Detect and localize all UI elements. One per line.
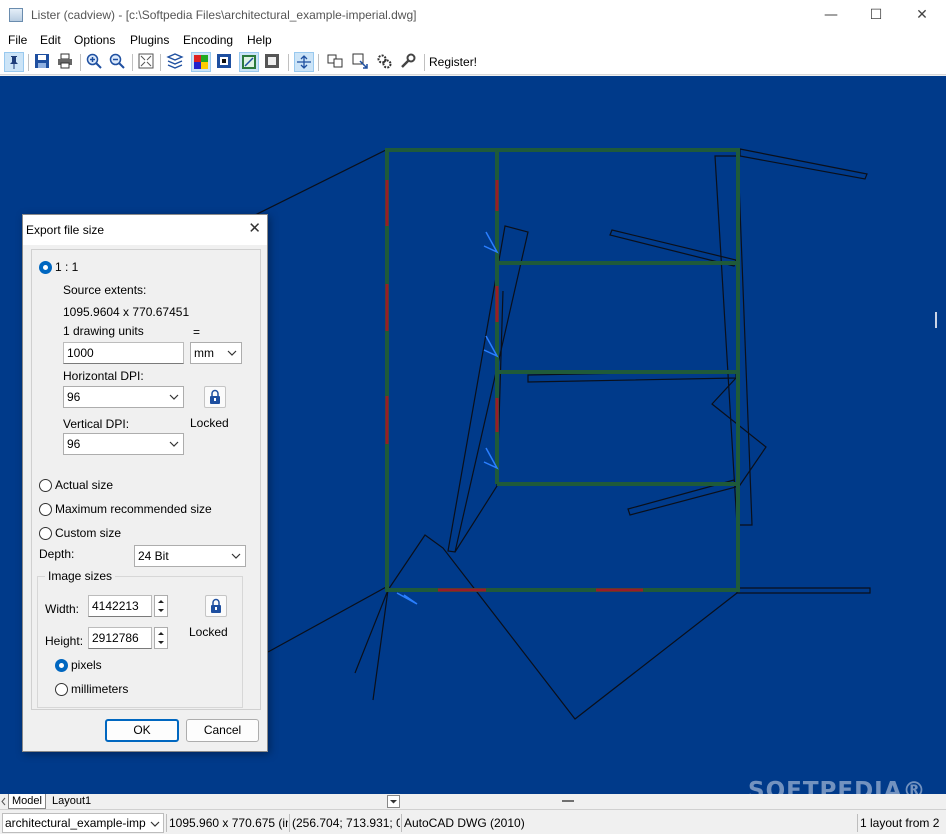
- chevron-down-icon: [227, 350, 237, 356]
- layout-icon[interactable]: [326, 52, 346, 72]
- black-white-icon[interactable]: [215, 52, 235, 72]
- background-icon[interactable]: [239, 52, 259, 72]
- radio-custom-size[interactable]: [39, 527, 52, 540]
- status-coordinates: (256.704; 713.931; 0): [289, 814, 400, 832]
- actual-size-label[interactable]: Actual size: [55, 478, 113, 492]
- zoom-out-icon[interactable]: [108, 52, 128, 72]
- ok-button[interactable]: OK: [105, 719, 179, 742]
- depth-select[interactable]: 24 Bit: [134, 545, 246, 567]
- equals-label: =: [193, 325, 201, 339]
- tab-layout1[interactable]: Layout1: [49, 794, 94, 809]
- drawing-units-label: 1 drawing units: [63, 324, 144, 338]
- status-format: AutoCAD DWG (2010): [401, 814, 857, 832]
- layers-icon[interactable]: [166, 52, 186, 72]
- image-sizes-group: Image sizes Width: 4142213 Height: 29127…: [37, 569, 243, 708]
- tab-scroll-arrow-icon[interactable]: [0, 794, 8, 809]
- vertical-dpi-select[interactable]: 96: [63, 433, 184, 455]
- dialog-close-button[interactable]: ✕: [248, 219, 261, 237]
- max-recommended-label[interactable]: Maximum recommended size: [55, 502, 212, 516]
- vertical-scroll-grip[interactable]: [935, 312, 937, 328]
- horizontal-scrollbar[interactable]: Model Layout1: [0, 794, 946, 809]
- millimeters-label[interactable]: millimeters: [71, 682, 128, 696]
- source-extents-label: Source extents:: [63, 283, 147, 297]
- dpi-lock-button[interactable]: [204, 386, 226, 408]
- option-1to1-label[interactable]: 1 : 1: [55, 260, 78, 274]
- height-spinner[interactable]: [154, 627, 168, 649]
- radio-max-recommended[interactable]: [39, 503, 52, 516]
- width-spinner[interactable]: [154, 595, 168, 617]
- wrench-icon[interactable]: [399, 52, 419, 72]
- chevron-down-icon: [231, 553, 241, 559]
- menu-plugins[interactable]: Plugins: [130, 33, 169, 47]
- minimize-button[interactable]: —: [808, 0, 854, 31]
- chevron-down-icon: [150, 821, 160, 827]
- export-icon[interactable]: [351, 52, 371, 72]
- units-input[interactable]: 1000: [63, 342, 184, 364]
- tab-model[interactable]: Model: [8, 794, 46, 809]
- custom-size-label[interactable]: Custom size: [55, 526, 121, 540]
- menu-encoding[interactable]: Encoding: [183, 33, 233, 47]
- chevron-down-icon: [169, 441, 179, 447]
- menu-options[interactable]: Options: [74, 33, 115, 47]
- tab-dropdown-icon[interactable]: [387, 795, 400, 808]
- register-link[interactable]: Register!: [429, 55, 477, 69]
- horizontal-scroll-grip[interactable]: [562, 800, 574, 802]
- menu-file[interactable]: File: [8, 33, 27, 47]
- status-bar: architectural_example-imp 1095.960 x 770…: [0, 809, 946, 834]
- horizontal-dpi-select[interactable]: 96: [63, 386, 184, 408]
- size-lock-button[interactable]: [205, 595, 227, 617]
- source-extents-value: 1095.9604 x 770.67451: [63, 305, 190, 319]
- app-icon: [9, 8, 23, 22]
- menu-edit[interactable]: Edit: [40, 33, 61, 47]
- vertical-dpi-value: 96: [67, 437, 81, 451]
- print-icon[interactable]: [56, 52, 76, 72]
- layout-select[interactable]: architectural_example-imp: [2, 813, 164, 833]
- save-icon[interactable]: [33, 52, 53, 72]
- cancel-button[interactable]: Cancel: [186, 719, 259, 742]
- image-sizes-legend: Image sizes: [45, 569, 116, 583]
- vertical-dpi-label: Vertical DPI:: [63, 417, 130, 431]
- color-mode-icon[interactable]: [191, 52, 211, 72]
- depth-value: 24 Bit: [138, 549, 169, 563]
- lock-icon: [210, 389, 220, 404]
- pin-icon[interactable]: [4, 52, 24, 72]
- horizontal-dpi-value: 96: [67, 390, 81, 404]
- fit-to-window-icon[interactable]: [137, 52, 157, 72]
- units-select[interactable]: mm: [190, 342, 242, 364]
- size-locked-label: Locked: [189, 625, 228, 639]
- close-button[interactable]: ✕: [899, 0, 945, 31]
- horizontal-dpi-label: Horizontal DPI:: [63, 369, 144, 383]
- layout-select-value: architectural_example-imp: [5, 816, 146, 830]
- radio-actual-size[interactable]: [39, 479, 52, 492]
- height-input[interactable]: 2912786: [88, 627, 152, 649]
- toolbar: Register!: [0, 51, 946, 75]
- depth-label: Depth:: [39, 547, 75, 561]
- width-input[interactable]: 4142213: [88, 595, 152, 617]
- chevron-down-icon: [169, 394, 179, 400]
- units-select-value: mm: [194, 346, 214, 360]
- menu-bar: File Edit Options Plugins Encoding Help: [0, 31, 946, 51]
- zoom-in-icon[interactable]: [85, 52, 105, 72]
- maximize-button[interactable]: ☐: [853, 0, 899, 31]
- window-title: Lister (cadview) - [c:\Softpedia Files\a…: [31, 8, 417, 22]
- status-layouts: 1 layout from 2: [857, 814, 946, 832]
- radio-1to1[interactable]: [39, 261, 52, 274]
- measure-icon[interactable]: [294, 52, 314, 72]
- title-bar: Lister (cadview) - [c:\Softpedia Files\a…: [0, 0, 946, 31]
- pixels-label[interactable]: pixels: [71, 658, 102, 672]
- lock-icon: [211, 598, 221, 613]
- menu-help[interactable]: Help: [247, 33, 272, 47]
- dialog-title-bar: Export file size ✕: [23, 215, 267, 245]
- radio-pixels[interactable]: [55, 659, 68, 672]
- width-label: Width:: [45, 602, 80, 616]
- status-extents: 1095.960 x 770.675 (in): [166, 814, 288, 832]
- export-file-size-dialog: Export file size ✕ 1 : 1 Source extents:…: [22, 214, 268, 752]
- settings-icon[interactable]: [375, 52, 395, 72]
- dialog-title: Export file size: [26, 223, 105, 237]
- height-label: Height:: [45, 634, 84, 648]
- radio-millimeters[interactable]: [55, 683, 68, 696]
- dpi-locked-label: Locked: [190, 416, 229, 430]
- monochrome-icon[interactable]: [263, 52, 283, 72]
